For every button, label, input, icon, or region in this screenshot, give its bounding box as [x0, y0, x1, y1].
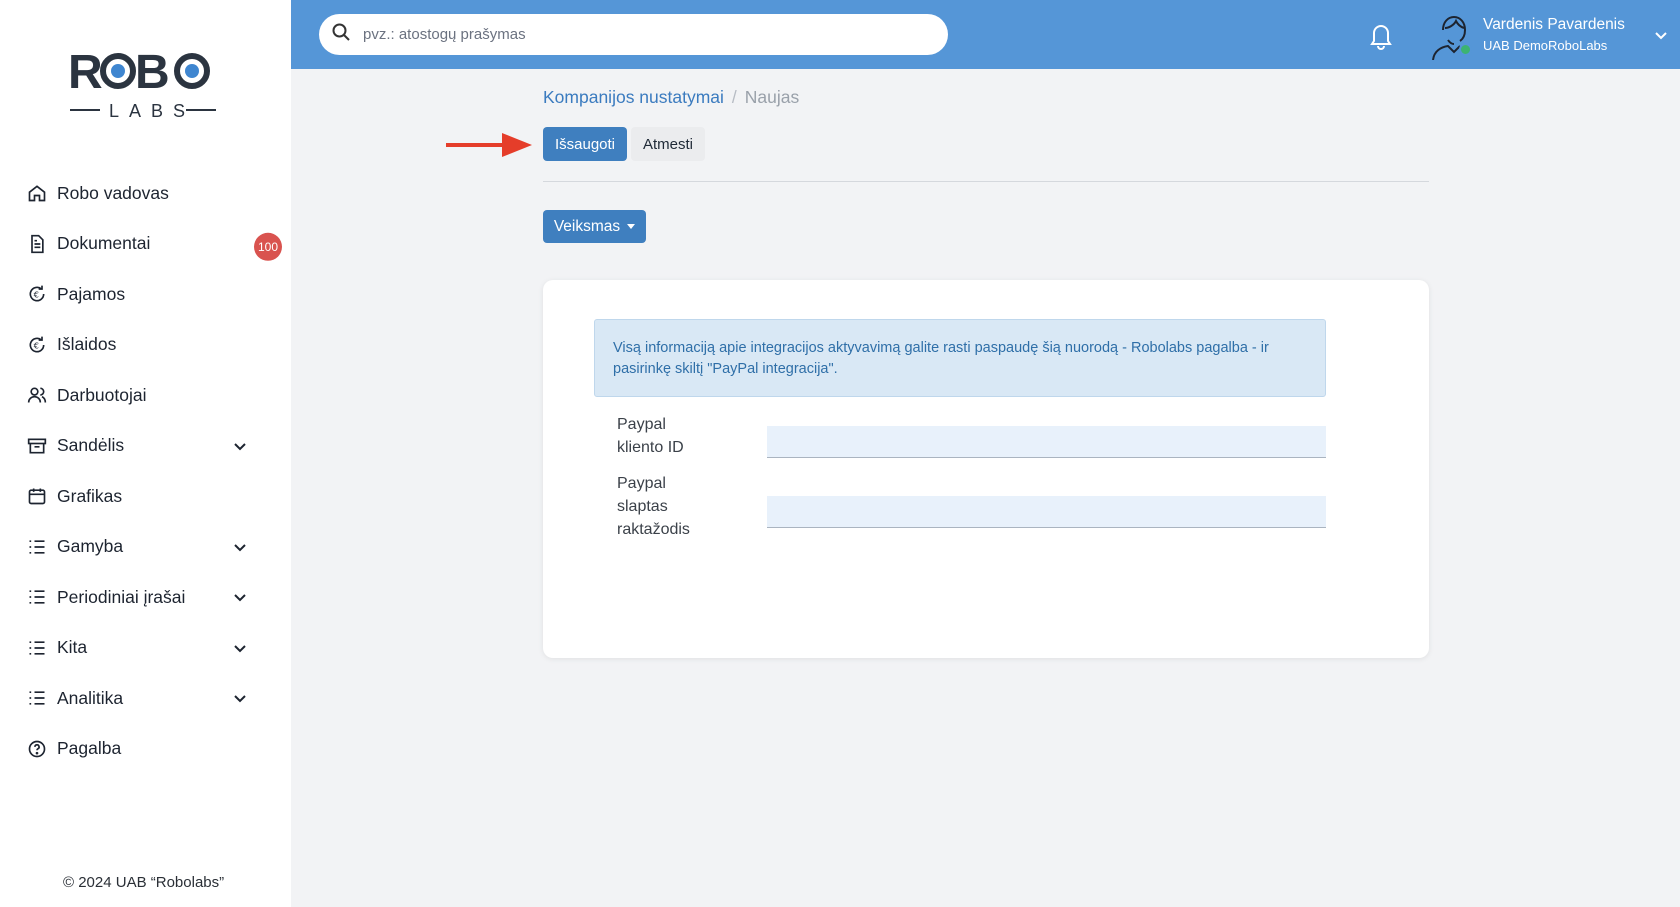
calendar-icon — [26, 485, 48, 507]
sidebar-item-periodiniai-irasai[interactable]: Periodiniai įrašai — [0, 572, 291, 623]
search-box[interactable] — [319, 14, 948, 55]
list-icon — [26, 536, 48, 558]
sidebar-item-islaidos[interactable]: € Išlaidos — [0, 320, 291, 371]
svg-text:€: € — [34, 340, 39, 350]
archive-icon — [26, 435, 48, 457]
robolabs-logo[interactable]: R B LABS — [68, 44, 218, 124]
form-card: Visą informaciją apie integracijos aktyv… — [543, 280, 1429, 658]
svg-text:LABS: LABS — [109, 101, 195, 121]
bell-icon[interactable] — [1367, 20, 1395, 50]
users-icon — [26, 384, 48, 406]
sidebar-nav: Robo vadovas Dokumentai 100 € Pajamos € … — [0, 168, 291, 774]
sidebar-item-grafikas[interactable]: Grafikas — [0, 471, 291, 522]
sidebar-item-label: Pagalba — [57, 738, 122, 759]
top-bar: Vardenis Pavardenis UAB DemoRoboLabs — [291, 0, 1680, 69]
breadcrumb-current: Naujas — [744, 87, 800, 107]
list-icon — [26, 586, 48, 608]
save-button[interactable]: Išsaugoti — [543, 127, 627, 161]
sidebar-item-label: Išlaidos — [57, 334, 117, 355]
chevron-down-icon[interactable] — [233, 691, 247, 705]
svg-text:R: R — [68, 46, 102, 99]
copyright-text: © 2024 UAB “Robolabs” — [63, 874, 225, 891]
sidebar-item-label: Grafikas — [57, 485, 123, 506]
action-dropdown-button[interactable]: Veiksmas — [543, 210, 646, 243]
sidebar-item-label: Gamyba — [57, 536, 124, 557]
sidebar-item-dokumentai[interactable]: Dokumentai 100 — [0, 219, 291, 270]
label-line: Paypal — [617, 416, 666, 433]
sidebar-item-analitika[interactable]: Analitika — [0, 673, 291, 724]
sidebar-item-label: Sandėlis — [57, 435, 125, 456]
secret-key-label: Paypal slaptas raktažodis — [617, 472, 727, 541]
sidebar-item-label: Darbuotojai — [57, 384, 147, 405]
sidebar-item-robo-vadovas[interactable]: Robo vadovas — [0, 168, 291, 219]
sidebar-item-gamyba[interactable]: Gamyba — [0, 522, 291, 573]
svg-text:B: B — [135, 46, 170, 99]
sidebar-item-label: Robo vadovas — [57, 182, 169, 203]
chevron-down-icon[interactable] — [1653, 27, 1669, 43]
sidebar-item-kita[interactable]: Kita — [0, 623, 291, 674]
online-status-dot — [1459, 43, 1472, 56]
label-line: Paypal — [617, 475, 666, 492]
action-dropdown-label: Veiksmas — [553, 217, 621, 235]
sidebar-item-label: Dokumentai — [57, 233, 151, 254]
document-icon — [26, 233, 48, 255]
caret-down-icon — [627, 224, 636, 229]
label-line: slaptas — [617, 498, 668, 515]
paypal-client-id-field[interactable] — [767, 426, 1326, 458]
sidebar-item-label: Periodiniai įrašai — [57, 586, 186, 607]
user-name[interactable]: Vardenis Pavardenis — [1483, 16, 1625, 34]
client-id-label: Paypal kliento ID — [617, 413, 727, 459]
info-alert: Visą informaciją apie integracijos aktyv… — [594, 319, 1326, 397]
sidebar-item-label: Analitika — [57, 687, 124, 708]
discard-button[interactable]: Atmesti — [631, 127, 705, 161]
label-line: raktažodis — [617, 521, 690, 538]
breadcrumb: Kompanijos nustatymai / Naujas — [543, 87, 799, 108]
divider — [543, 181, 1429, 182]
sidebar-item-label: Pajamos — [57, 283, 126, 304]
search-icon — [331, 22, 351, 47]
sidebar-item-sandelis[interactable]: Sandėlis — [0, 421, 291, 472]
search-input[interactable] — [363, 26, 923, 43]
notification-badge: 100 — [254, 232, 282, 261]
label-line: kliento ID — [617, 439, 684, 456]
arrow-annotation-icon — [446, 130, 534, 160]
list-icon — [26, 637, 48, 659]
euro-refresh-icon: € — [26, 283, 48, 305]
svg-text:€: € — [34, 290, 39, 300]
sidebar-item-pajamos[interactable]: € Pajamos — [0, 269, 291, 320]
question-icon — [26, 738, 48, 760]
breadcrumb-separator: / — [731, 87, 737, 107]
euro-refresh-icon: € — [26, 334, 48, 356]
sidebar-item-darbuotojai[interactable]: Darbuotojai — [0, 370, 291, 421]
sidebar-item-pagalba[interactable]: Pagalba — [0, 724, 291, 775]
list-icon — [26, 687, 48, 709]
sidebar-item-label: Kita — [57, 637, 88, 658]
user-company[interactable]: UAB DemoRoboLabs — [1483, 38, 1607, 53]
help-link[interactable]: Robolabs pagalba — [1131, 340, 1248, 356]
paypal-secret-key-field[interactable] — [767, 496, 1326, 528]
sidebar: R B LABS Robo vadovas Dokumentai 100 € P… — [0, 0, 291, 907]
avatar[interactable] — [1429, 10, 1475, 61]
chevron-down-icon[interactable] — [233, 641, 247, 655]
chevron-down-icon[interactable] — [233, 439, 247, 453]
breadcrumb-link[interactable]: Kompanijos nustatymai — [543, 87, 724, 108]
home-icon — [26, 182, 48, 204]
chevron-down-icon[interactable] — [233, 540, 247, 554]
chevron-down-icon[interactable] — [233, 590, 247, 604]
info-text: Visą informaciją apie integracijos aktyv… — [613, 340, 1131, 356]
